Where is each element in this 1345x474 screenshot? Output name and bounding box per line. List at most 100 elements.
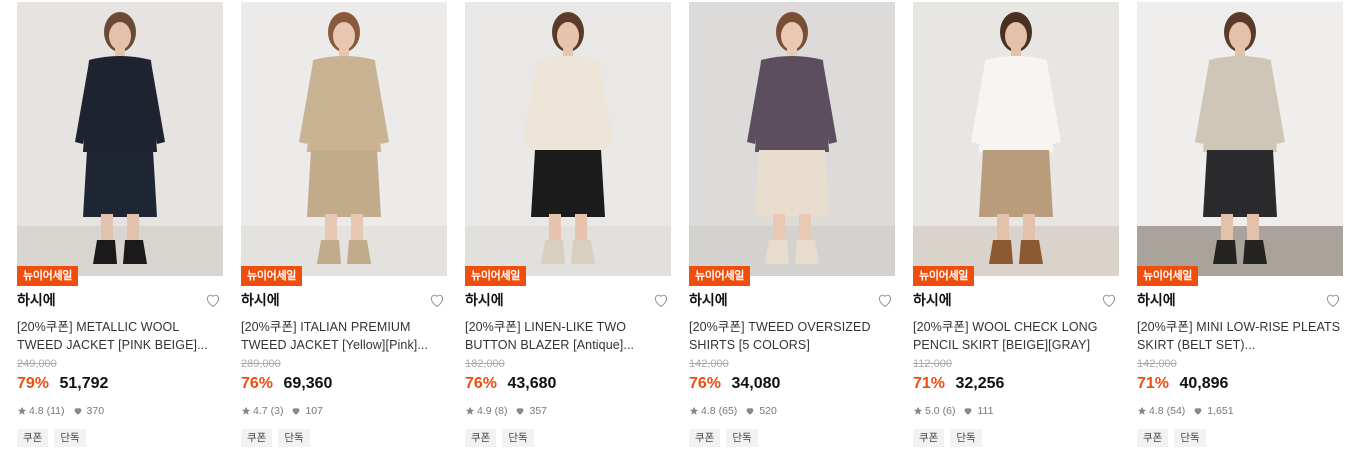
rating-value: 4.8 (29, 405, 44, 417)
original-price: 142,000 (689, 358, 729, 370)
heart-outline-icon[interactable] (1100, 291, 1118, 309)
product-image[interactable] (913, 2, 1119, 276)
tag-list: 쿠폰 단독 (17, 429, 223, 447)
coupon-tag: 쿠폰 (1137, 429, 1169, 447)
heart-outline-icon[interactable] (428, 291, 446, 309)
tag-list: 쿠폰 단독 (1137, 429, 1343, 447)
sale-price: 43,680 (507, 375, 557, 392)
rating-value: 4.9 (477, 405, 492, 417)
brand-name[interactable]: 하시에 (913, 290, 952, 310)
product-image[interactable] (241, 2, 447, 276)
tag-list: 쿠폰 단독 (913, 429, 1119, 447)
sale-badge: 뉴이어세일 (241, 266, 303, 286)
discount-rate: 76% (465, 375, 498, 392)
coupon-tag: 쿠폰 (913, 429, 945, 447)
exclusive-tag: 단독 (278, 429, 310, 447)
heart-filled-icon (517, 408, 524, 415)
heart-filled-icon (293, 408, 300, 415)
coupon-tag: 쿠폰 (241, 429, 273, 447)
product-card[interactable]: 뉴이어세일 하시에 [20%쿠폰] WOOL CHECK LONG PENCIL… (913, 2, 1119, 447)
rating-value: 5.0 (925, 405, 940, 417)
star-icon (913, 406, 923, 415)
original-price: 112,000 (913, 358, 952, 370)
coupon-tag: 쿠폰 (689, 429, 721, 447)
rating-row: 4.7 (3) 107 (241, 404, 447, 418)
tag-list: 쿠폰 단독 (689, 429, 895, 447)
exclusive-tag: 단독 (1174, 429, 1206, 447)
exclusive-tag: 단독 (502, 429, 534, 447)
exclusive-tag: 단독 (54, 429, 86, 447)
brand-name[interactable]: 하시에 (1137, 290, 1176, 310)
star-icon (689, 406, 699, 415)
product-grid: 뉴이어세일 하시에 [20%쿠폰] METALLIC WOOL TWEED JA… (0, 0, 1345, 474)
product-title[interactable]: [20%쿠폰] TWEED OVERSIZED SHIRTS [5 COLORS… (689, 318, 895, 354)
product-image[interactable] (17, 2, 223, 276)
product-card[interactable]: 뉴이어세일 하시에 [20%쿠폰] TWEED OVERSIZED SHIRTS… (689, 2, 895, 447)
rating-value: 4.7 (253, 405, 268, 417)
sale-price: 32,256 (955, 375, 1005, 392)
model-photo (17, 2, 223, 276)
product-title[interactable]: [20%쿠폰] ITALIAN PREMIUM TWEED JACKET [Ye… (241, 318, 447, 354)
price-row: 71% 40,896 (1137, 374, 1343, 394)
brand-name[interactable]: 하시에 (465, 290, 504, 310)
rating-row: 4.8 (65) 520 (689, 404, 895, 418)
heart-filled-icon (965, 408, 972, 415)
review-count: (11) (46, 405, 65, 417)
review-count: (8) (494, 405, 508, 417)
discount-rate: 76% (689, 375, 722, 392)
review-count: (6) (942, 405, 956, 417)
heart-filled-icon (746, 408, 754, 415)
product-card[interactable]: 뉴이어세일 하시에 [20%쿠폰] METALLIC WOOL TWEED JA… (17, 2, 223, 447)
star-icon (241, 406, 251, 415)
price-row: 76% 43,680 (465, 374, 671, 394)
discount-rate: 79% (17, 375, 50, 392)
sale-price: 34,080 (731, 375, 781, 392)
heart-outline-icon[interactable] (652, 291, 670, 309)
product-title[interactable]: [20%쿠폰] LINEN-LIKE TWO BUTTON BLAZER [An… (465, 318, 671, 354)
product-image[interactable] (1137, 2, 1343, 276)
original-price: 249,000 (17, 358, 57, 370)
sale-badge: 뉴이어세일 (913, 266, 975, 286)
discount-rate: 76% (241, 375, 274, 392)
model-photo (689, 2, 895, 276)
product-image[interactable] (689, 2, 895, 276)
price-row: 76% 34,080 (689, 374, 895, 394)
product-image[interactable] (465, 2, 671, 276)
brand-name[interactable]: 하시에 (17, 290, 56, 310)
sale-price: 51,792 (59, 375, 109, 392)
sale-price: 40,896 (1179, 375, 1229, 392)
like-count: 370 (86, 405, 105, 417)
like-count: 357 (529, 405, 547, 417)
model-photo (465, 2, 671, 276)
heart-outline-icon[interactable] (204, 291, 222, 309)
heart-filled-icon (1194, 408, 1202, 415)
brand-name[interactable]: 하시에 (689, 290, 728, 310)
like-count: 1,651 (1207, 405, 1234, 417)
product-card[interactable]: 뉴이어세일 하시에 [20%쿠폰] MINI LOW-RISE PLEATS S… (1137, 2, 1343, 447)
review-count: (65) (718, 405, 738, 417)
heart-outline-icon[interactable] (876, 291, 894, 309)
exclusive-tag: 단독 (726, 429, 758, 447)
tag-list: 쿠폰 단독 (241, 429, 447, 447)
like-count: 111 (977, 405, 994, 417)
price-row: 79% 51,792 (17, 374, 223, 394)
brand-name[interactable]: 하시에 (241, 290, 280, 310)
heart-filled-icon (74, 408, 81, 415)
heart-outline-icon[interactable] (1324, 291, 1342, 309)
star-icon (465, 406, 475, 415)
price-row: 71% 32,256 (913, 374, 1119, 394)
product-card[interactable]: 뉴이어세일 하시에 [20%쿠폰] ITALIAN PREMIUM TWEED … (241, 2, 447, 447)
original-price: 142,000 (1137, 358, 1177, 370)
product-title[interactable]: [20%쿠폰] WOOL CHECK LONG PENCIL SKIRT [BE… (913, 318, 1119, 354)
sale-badge: 뉴이어세일 (689, 266, 751, 286)
review-count: (54) (1166, 405, 1186, 417)
sale-price: 69,360 (283, 375, 333, 392)
model-photo (913, 2, 1119, 276)
like-count: 520 (759, 405, 777, 417)
product-title[interactable]: [20%쿠폰] MINI LOW-RISE PLEATS SKIRT (BELT… (1137, 318, 1343, 354)
rating-row: 4.8 (11) 370 (17, 404, 223, 418)
sale-badge: 뉴이어세일 (17, 266, 79, 286)
product-card[interactable]: 뉴이어세일 하시에 [20%쿠폰] LINEN-LIKE TWO BUTTON … (465, 2, 671, 447)
rating-value: 4.8 (701, 405, 716, 417)
product-title[interactable]: [20%쿠폰] METALLIC WOOL TWEED JACKET [PINK… (17, 318, 223, 354)
